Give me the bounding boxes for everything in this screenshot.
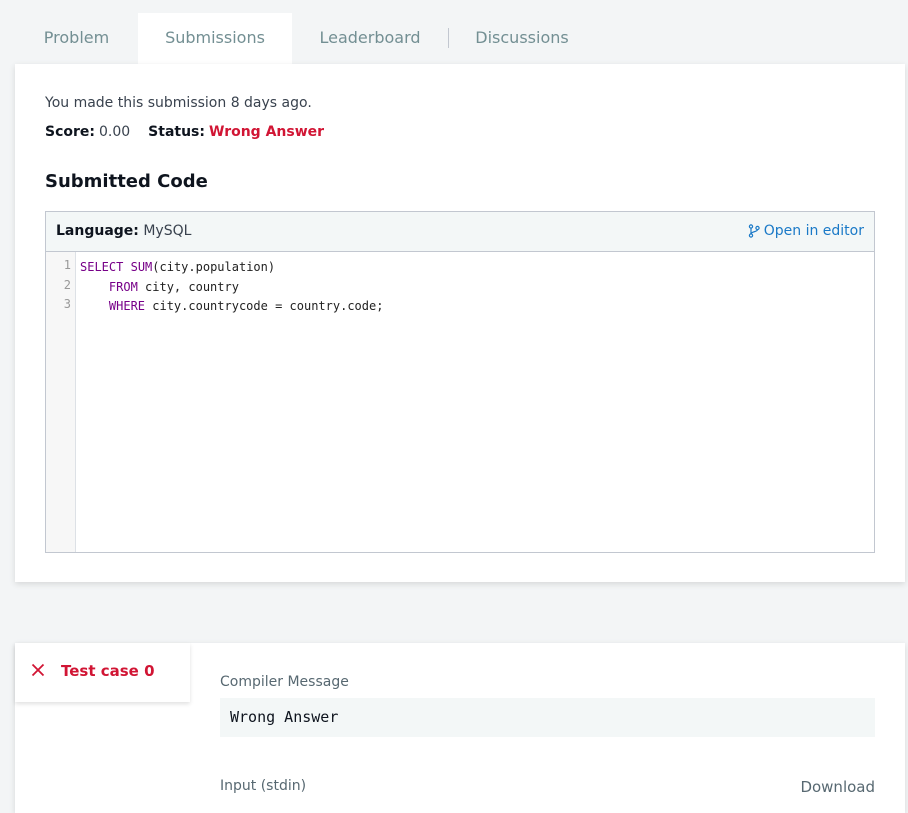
tab-submissions[interactable]: Submissions bbox=[138, 13, 292, 64]
code-line-3: WHERE city.countrycode = country.code; bbox=[108, 299, 384, 313]
submitted-code-title: Submitted Code bbox=[45, 171, 208, 192]
code-content[interactable]: SELECT SUM(city.population) FROM city, c… bbox=[80, 258, 383, 317]
score-status-row: Score: 0.00 Status: Wrong Answer bbox=[45, 124, 324, 140]
sql-keyword: SELECT bbox=[80, 260, 124, 274]
code-editor: Language: MySQL Open in editor 1 2 3 SEL… bbox=[45, 211, 875, 553]
status-value: Wrong Answer bbox=[209, 124, 325, 140]
branch-icon bbox=[748, 224, 760, 238]
open-in-editor-link[interactable]: Open in editor bbox=[748, 223, 864, 239]
download-link[interactable]: Download bbox=[800, 778, 875, 796]
submission-time-text: You made this submission 8 days ago. bbox=[45, 95, 312, 111]
code-line-1: SELECT SUM(city.population) bbox=[80, 260, 276, 274]
score-label: Score: bbox=[45, 124, 95, 140]
testcase-card: Test case 0 Compiler Message Wrong Answe… bbox=[15, 643, 905, 813]
sql-keyword: WHERE bbox=[108, 299, 146, 313]
editor-header: Language: MySQL Open in editor bbox=[46, 212, 874, 252]
language-label: Language: bbox=[56, 223, 139, 239]
tab-problem[interactable]: Problem bbox=[15, 13, 138, 64]
sql-keyword: SUM bbox=[130, 260, 153, 274]
line-number: 2 bbox=[63, 277, 71, 292]
language-value: MySQL bbox=[143, 223, 192, 239]
sql-keyword: FROM bbox=[108, 279, 138, 294]
language-info: Language: MySQL bbox=[56, 223, 191, 239]
code-line-2: FROM city, country bbox=[108, 279, 239, 294]
input-label: Input (stdin) bbox=[220, 778, 307, 794]
status-label: Status: bbox=[148, 124, 205, 140]
line-number: 3 bbox=[63, 297, 71, 311]
tab-divider bbox=[448, 28, 449, 48]
tab-leaderboard[interactable]: Leaderboard bbox=[300, 13, 440, 64]
line-number-gutter: 1 2 3 bbox=[46, 252, 76, 552]
tab-bar: Problem Submissions Leaderboard Discussi… bbox=[0, 0, 908, 64]
close-icon bbox=[31, 663, 45, 677]
compiler-message-box: Wrong Answer bbox=[220, 698, 875, 737]
testcase-label: Test case 0 bbox=[61, 662, 155, 680]
compiler-message-label: Compiler Message bbox=[220, 674, 349, 690]
open-in-editor-label: Open in editor bbox=[763, 223, 864, 239]
submission-card: You made this submission 8 days ago. Sco… bbox=[15, 64, 905, 582]
line-number: 1 bbox=[63, 258, 71, 272]
score-value: 0.00 bbox=[99, 124, 131, 140]
tab-discussions[interactable]: Discussions bbox=[458, 13, 586, 64]
testcase-tab[interactable]: Test case 0 bbox=[15, 643, 190, 702]
